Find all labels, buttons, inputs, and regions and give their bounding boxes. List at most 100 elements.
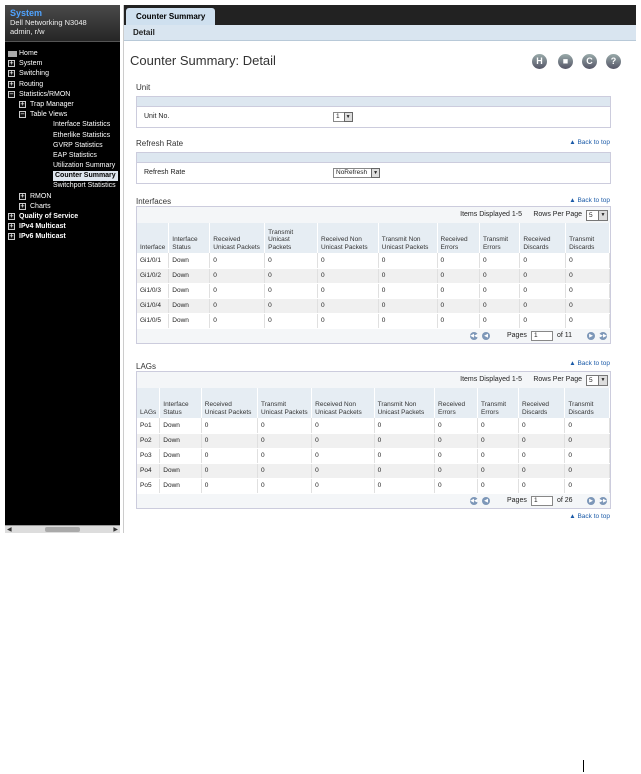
back-to-top-link[interactable]: ▲ Back to top — [569, 197, 610, 204]
table-row[interactable]: Po3 Down 0 0 0 0 0 0 0 0 — [137, 448, 610, 464]
column-header[interactable]: Received Discards — [519, 223, 567, 253]
lags-section-title: LAGs — [136, 362, 157, 371]
back-to-top-link[interactable]: ▲ Back to top — [569, 139, 610, 146]
sidebar-item[interactable]: − Statistics/RMON — [5, 90, 120, 100]
column-header[interactable]: LAGs — [137, 388, 161, 418]
first-page-icon[interactable]: ◀◀ — [470, 331, 478, 340]
chevron-down-icon[interactable]: ▼ — [343, 112, 353, 122]
sidebar-item[interactable]: + Trap Manager — [5, 100, 120, 110]
table-row[interactable]: Po5 Down 0 0 0 0 0 0 0 0 — [137, 478, 610, 494]
column-header[interactable]: Interface — [137, 223, 170, 253]
chevron-down-icon[interactable]: ▼ — [598, 211, 607, 220]
column-header[interactable]: Received Errors — [434, 388, 479, 418]
table-row[interactable]: Gi1/0/1 Down 0 0 0 0 0 0 0 0 — [137, 253, 610, 269]
next-page-icon[interactable]: ▶ — [587, 496, 595, 505]
table-cell: 0 — [378, 253, 438, 269]
sidebar-item[interactable]: EAP Statistics — [5, 151, 120, 161]
table-row[interactable]: Po2 Down 0 0 0 0 0 0 0 0 — [137, 433, 610, 449]
device-name: Dell Networking N3048 — [10, 18, 87, 27]
column-header[interactable]: Transmit Unicast Packets — [264, 223, 318, 253]
sidebar-item[interactable]: Etherlike Statistics — [5, 131, 120, 141]
sidebar-item[interactable]: − Table Views — [5, 110, 120, 120]
collapse-icon[interactable]: − — [8, 90, 15, 98]
column-header[interactable]: Received Non Unicast Packets — [311, 388, 375, 418]
table-cell: 0 — [479, 283, 521, 299]
table-row[interactable]: Po4 Down 0 0 0 0 0 0 0 0 — [137, 463, 610, 479]
prev-page-icon[interactable]: ◀ — [482, 331, 490, 340]
expand-icon[interactable]: + — [8, 70, 15, 78]
sidebar-item[interactable]: Interface Statistics — [5, 120, 120, 130]
sidebar-item[interactable]: + Quality of Service — [5, 212, 120, 222]
page-input[interactable]: 1 — [531, 330, 553, 341]
expand-icon[interactable]: + — [19, 100, 26, 108]
column-header[interactable]: Received Unicast Packets — [201, 388, 259, 418]
column-header[interactable]: Received Unicast Packets — [209, 223, 266, 253]
expand-icon[interactable]: + — [19, 192, 26, 200]
prev-page-icon[interactable]: ◀ — [482, 496, 490, 505]
expand-icon[interactable]: + — [8, 60, 15, 68]
chevron-down-icon[interactable]: ▼ — [371, 168, 381, 178]
subtab-detail[interactable]: Detail — [133, 28, 155, 37]
pages-label: Pages — [507, 331, 527, 339]
system-title[interactable]: System — [10, 8, 115, 18]
table-row[interactable]: Gi1/0/2 Down 0 0 0 0 0 0 0 0 — [137, 268, 610, 284]
last-page-icon[interactable]: ▶▶ — [599, 331, 607, 340]
chevron-down-icon[interactable]: ▼ — [598, 376, 607, 385]
help-icon[interactable]: ? — [606, 54, 621, 69]
sidebar-item[interactable]: Home — [5, 49, 120, 59]
save-icon[interactable]: H — [532, 54, 547, 69]
table-row[interactable]: Po1 Down 0 0 0 0 0 0 0 0 — [137, 418, 610, 434]
last-page-icon[interactable]: ▶▶ — [599, 496, 607, 505]
sidebar-item[interactable]: Switchport Statistics — [5, 181, 120, 191]
sidebar-item[interactable]: + IPv4 Multicast — [5, 222, 120, 232]
rows-per-page-select[interactable]: 5 ▼ — [586, 375, 608, 386]
back-to-top-link[interactable]: ▲ Back to top — [569, 513, 610, 520]
first-page-icon[interactable]: ◀◀ — [470, 496, 478, 505]
sidebar-item[interactable]: + Charts — [5, 202, 120, 212]
column-header[interactable]: Transmit Unicast Packets — [257, 388, 313, 418]
sidebar-item[interactable]: + System — [5, 59, 120, 69]
table-row[interactable]: Gi1/0/4 Down 0 0 0 0 0 0 0 0 — [137, 298, 610, 314]
sidebar-item[interactable]: Utilization Summary — [5, 161, 120, 171]
tab-counter-summary[interactable]: Counter Summary — [126, 8, 216, 25]
expand-icon[interactable]: + — [19, 202, 26, 210]
column-header[interactable]: Received Discards — [518, 388, 566, 418]
expand-icon[interactable]: + — [8, 80, 15, 88]
column-header[interactable]: Transmit Non Unicast Packets — [374, 388, 436, 418]
sidebar-item[interactable]: Counter Summary — [5, 171, 120, 182]
rows-per-page-select[interactable]: 5 ▼ — [586, 210, 608, 221]
column-header[interactable]: Interface Status — [168, 223, 211, 253]
column-header[interactable]: Transmit Errors — [479, 223, 521, 253]
sidebar-scrollbar[interactable]: ◀ ▶ — [5, 525, 120, 533]
next-page-icon[interactable]: ▶ — [587, 331, 595, 340]
sidebar-item[interactable]: + IPv6 Multicast — [5, 232, 120, 242]
column-header[interactable]: Transmit Discards — [565, 223, 610, 253]
refresh-select[interactable]: NoRefresh ▼ — [333, 168, 381, 178]
column-header[interactable]: Interface Status — [159, 388, 202, 418]
table-cell: 0 — [564, 448, 610, 464]
column-header[interactable]: Transmit Non Unicast Packets — [378, 223, 438, 253]
column-header[interactable]: Transmit Errors — [477, 388, 519, 418]
sidebar-item[interactable]: GVRP Statistics — [5, 141, 120, 151]
column-header[interactable]: Received Non Unicast Packets — [317, 223, 379, 253]
sidebar-item[interactable]: + Switching — [5, 69, 120, 79]
column-header[interactable]: Transmit Discards — [564, 388, 610, 418]
collapse-icon[interactable]: − — [19, 111, 26, 119]
page-input[interactable]: 1 — [531, 495, 553, 506]
unit-select[interactable]: 1 ▼ — [333, 112, 353, 122]
expand-icon[interactable]: + — [8, 233, 15, 241]
expand-icon[interactable]: + — [8, 213, 15, 220]
table-cell: 0 — [519, 298, 567, 314]
scrollbar-thumb[interactable] — [45, 527, 80, 532]
expand-icon[interactable]: + — [8, 223, 15, 231]
sidebar-item[interactable]: + Routing — [5, 80, 120, 90]
print-icon[interactable]: ■ — [558, 54, 573, 69]
refresh-icon[interactable]: C — [582, 54, 597, 69]
sidebar-item[interactable]: + RMON — [5, 192, 120, 202]
scroll-left-icon[interactable]: ◀ — [7, 526, 12, 533]
back-to-top-link[interactable]: ▲ Back to top — [569, 360, 610, 367]
table-row[interactable]: Gi1/0/5 Down 0 0 0 0 0 0 0 0 — [137, 313, 610, 329]
table-row[interactable]: Gi1/0/3 Down 0 0 0 0 0 0 0 0 — [137, 283, 610, 299]
column-header[interactable]: Received Errors — [437, 223, 480, 253]
scroll-right-icon[interactable]: ▶ — [113, 526, 118, 533]
